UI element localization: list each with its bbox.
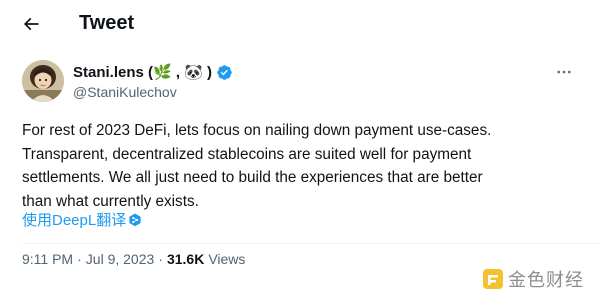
tweet-author: Stani.lens (🌿 , 🐼 ) @StaniKulechov (22, 60, 582, 104)
translate-link[interactable]: 使用DeepL翻译 (22, 209, 142, 230)
back-button[interactable] (16, 9, 46, 39)
watermark-text: 金色财经 (508, 270, 584, 291)
meta-separator: · (158, 251, 163, 267)
page-title: Tweet (79, 12, 135, 34)
arrow-left-icon (23, 17, 39, 31)
header-bar: Tweet (0, 0, 600, 46)
more-horizontal-icon (557, 70, 571, 74)
meta-separator: · (77, 251, 82, 267)
more-options-button[interactable] (552, 60, 576, 84)
avatar[interactable] (22, 60, 64, 102)
name-row: Stani.lens (🌿 , 🐼 ) (73, 62, 233, 82)
tweet-text-line: Transparent, decentralized stablecoins a… (22, 145, 472, 163)
watermark: 金色财经 (482, 266, 584, 292)
tweet-text: For rest of 2023 DeFi, lets focus on nai… (22, 119, 582, 213)
deepl-icon (129, 213, 141, 226)
jinse-logo (483, 269, 503, 289)
divider (22, 243, 600, 244)
views-count: 31.6K (166, 251, 205, 267)
tweet-text-line: settlements. We all just need to build t… (22, 169, 483, 186)
author-handle[interactable]: @StaniKulechov (73, 84, 177, 100)
tweet-date[interactable]: Jul 9, 2023 (86, 251, 155, 267)
translate-label: 使用DeepL翻译 (22, 212, 127, 229)
display-name[interactable]: Stani.lens (🌿 , 🐼 ) (73, 63, 212, 81)
tweet-text-line: For rest of 2023 DeFi, lets focus on nai… (22, 122, 492, 139)
tweet-time[interactable]: 9:11 PM (22, 251, 73, 267)
views-label: Views (208, 251, 246, 267)
profile-avatar (22, 60, 64, 102)
tweet-meta: 9:11 PM · Jul 9, 2023 · 31.6K Views (22, 251, 245, 267)
verified-badge-icon (217, 64, 232, 80)
